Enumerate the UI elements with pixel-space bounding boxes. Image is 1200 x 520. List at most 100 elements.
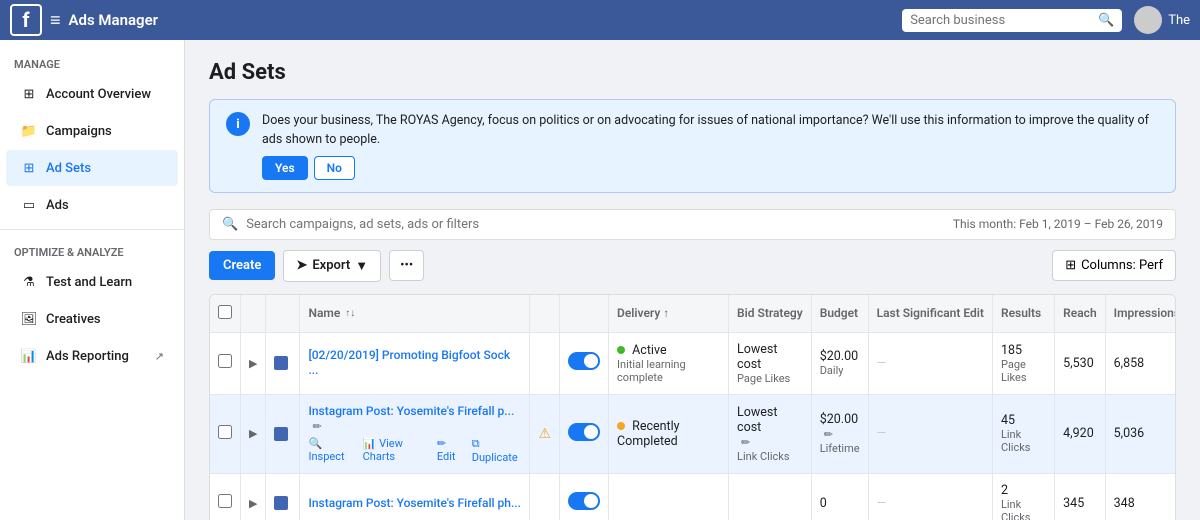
row-reach-cell: 345 bbox=[1055, 473, 1105, 520]
info-banner: i Does your business, The ROYAS Agency, … bbox=[209, 99, 1176, 193]
table-header: Name ↑↓ Delivery ↑ Bid Strategy Budget L… bbox=[210, 295, 1176, 333]
budget-value: $20.00 bbox=[820, 349, 860, 364]
bid-strategy: Lowest cost bbox=[737, 342, 803, 372]
th-reach[interactable]: Reach bbox=[1055, 295, 1105, 333]
row-expand-button[interactable]: ▶ bbox=[249, 357, 257, 370]
export-button[interactable]: ➤ Export ▼ bbox=[283, 250, 381, 282]
row-budget-cell: $20.00 Daily bbox=[811, 332, 868, 394]
th-bid[interactable]: Bid Strategy bbox=[729, 295, 812, 333]
results-sub: Link Clicks bbox=[1001, 498, 1046, 520]
delivery-label: Recently Completed bbox=[617, 419, 680, 449]
ads-reporting-icon: 📊 bbox=[20, 347, 38, 365]
th-bid-label: Bid Strategy bbox=[737, 306, 803, 320]
sidebar-item-ads-reporting[interactable]: 📊 Ads Reporting ↗ bbox=[6, 338, 178, 374]
view-charts-link[interactable]: 📊 View Charts bbox=[363, 437, 429, 464]
last-edit-value: — bbox=[877, 426, 887, 441]
th-impressions[interactable]: Impressions bbox=[1105, 295, 1176, 333]
edit-name-icon[interactable]: ✏ bbox=[312, 420, 321, 433]
sidebar-manage-section: Manage bbox=[0, 48, 184, 75]
edit-budget-icon[interactable]: ✏ bbox=[824, 428, 833, 441]
row-name-cell: Instagram Post: Yosemite's Firefall ph..… bbox=[300, 473, 530, 520]
edit-bid-icon[interactable]: ✏ bbox=[741, 436, 750, 449]
row-name-cell: [02/20/2019] Promoting Bigfoot Sock ... bbox=[300, 332, 530, 394]
row-warn-cell bbox=[530, 473, 560, 520]
row-toggle-cell bbox=[560, 473, 609, 520]
topbar-search-icon: 🔍 bbox=[1098, 13, 1114, 28]
row-results-cell: 45 Link Clicks bbox=[992, 394, 1054, 473]
ad-name[interactable]: Instagram Post: Yosemite's Firefall ph..… bbox=[308, 496, 521, 510]
th-results[interactable]: Results bbox=[992, 295, 1054, 333]
no-button[interactable]: No bbox=[314, 156, 355, 180]
sidebar-item-campaigns[interactable]: 📁 Campaigns bbox=[6, 113, 178, 149]
th-budget-label: Budget bbox=[820, 306, 858, 320]
row-bid-cell: Lowest cost Page Likes bbox=[729, 332, 812, 394]
row-impressions-cell: 5,036 bbox=[1105, 394, 1176, 473]
sidebar-item-test-and-learn[interactable]: ⚗ Test and Learn bbox=[6, 264, 178, 300]
row-expand-button[interactable]: ▶ bbox=[249, 427, 257, 440]
topbar-title: Ads Manager bbox=[69, 11, 159, 29]
columns-icon: ⊞ bbox=[1065, 258, 1076, 273]
row-reach-cell: 5,530 bbox=[1055, 332, 1105, 394]
ad-name[interactable]: Instagram Post: Yosemite's Firefall p... bbox=[308, 404, 514, 418]
sidebar-item-ads[interactable]: ▭ Ads bbox=[6, 187, 178, 223]
account-overview-icon: ⊞ bbox=[20, 85, 38, 103]
topbar-search-bar: 🔍 bbox=[902, 9, 1122, 32]
inspect-link[interactable]: 🔍 Inspect bbox=[308, 437, 354, 464]
columns-label: Columns: Perf bbox=[1081, 258, 1163, 273]
page-title: Ad Sets bbox=[209, 60, 1176, 85]
row-expand-cell: ▶ bbox=[241, 394, 266, 473]
row-expand-button[interactable]: ▶ bbox=[249, 497, 257, 510]
sidebar-item-ad-sets[interactable]: ⊞ Ad Sets bbox=[6, 150, 178, 186]
duplicate-link[interactable]: ⧉ Duplicate bbox=[472, 437, 522, 464]
row-results-cell: 2 Link Clicks bbox=[992, 473, 1054, 520]
th-delivery-label: Delivery ↑ bbox=[617, 306, 669, 320]
active-dot bbox=[617, 346, 625, 354]
more-options-button[interactable]: ••• bbox=[389, 250, 424, 281]
search-input[interactable] bbox=[246, 217, 945, 232]
user-label: The bbox=[1168, 13, 1190, 28]
banner-buttons: Yes No bbox=[262, 156, 1159, 180]
row-last-edit-cell: — bbox=[868, 332, 992, 394]
row-checkbox[interactable] bbox=[218, 494, 232, 508]
th-toggle bbox=[560, 295, 609, 333]
row-icon-cell bbox=[266, 394, 300, 473]
delivery-toggle[interactable] bbox=[568, 352, 600, 370]
th-last-edit[interactable]: Last Significant Edit bbox=[868, 295, 992, 333]
th-name[interactable]: Name ↑↓ bbox=[300, 295, 530, 333]
create-button[interactable]: Create bbox=[209, 251, 275, 280]
ads-icon: ▭ bbox=[20, 196, 38, 214]
sidebar-item-creatives[interactable]: 🖼 Creatives bbox=[6, 301, 178, 337]
edit-link[interactable]: ✏ Edit bbox=[437, 437, 464, 464]
hamburger-icon[interactable]: ≡ bbox=[50, 10, 61, 31]
campaigns-icon: 📁 bbox=[20, 122, 38, 140]
select-all-checkbox[interactable] bbox=[218, 305, 232, 319]
ad-name[interactable]: [02/20/2019] Promoting Bigfoot Sock ... bbox=[308, 348, 510, 377]
th-delivery[interactable]: Delivery ↑ bbox=[609, 295, 729, 333]
row-impressions-cell: 6,858 bbox=[1105, 332, 1176, 394]
delivery-status: Recently Completed bbox=[617, 419, 720, 449]
row-checkbox[interactable] bbox=[218, 425, 232, 439]
th-budget[interactable]: Budget bbox=[811, 295, 868, 333]
th-reach-label: Reach bbox=[1063, 306, 1096, 320]
results-value: 2 bbox=[1001, 483, 1046, 498]
row-delivery-cell: Recently Completed bbox=[609, 394, 729, 473]
row-warn-cell: ⚠ bbox=[530, 394, 560, 473]
table: Name ↑↓ Delivery ↑ Bid Strategy Budget L… bbox=[210, 295, 1176, 520]
delivery-toggle[interactable] bbox=[568, 423, 600, 441]
delivery-toggle[interactable] bbox=[568, 492, 600, 510]
topbar-search-input[interactable] bbox=[910, 13, 1098, 28]
layout: Manage ⊞ Account Overview 📁 Campaigns ⊞ … bbox=[0, 40, 1200, 520]
bid-sub: Page Likes bbox=[737, 372, 803, 385]
yes-button[interactable]: Yes bbox=[262, 156, 308, 180]
row-impressions-cell: 348 bbox=[1105, 473, 1176, 520]
th-name-sort: Name ↑↓ bbox=[308, 306, 521, 320]
sidebar-item-label: Ads Reporting bbox=[46, 349, 129, 364]
row-bid-cell: Lowest cost ✏ Link Clicks bbox=[729, 394, 812, 473]
row-checkbox[interactable] bbox=[218, 354, 232, 368]
fb-logo-icon: f bbox=[10, 4, 42, 36]
avatar bbox=[1134, 6, 1162, 34]
sidebar-item-account-overview[interactable]: ⊞ Account Overview bbox=[6, 76, 178, 112]
sidebar-item-label: Account Overview bbox=[46, 87, 151, 102]
columns-button[interactable]: ⊞ Columns: Perf bbox=[1052, 250, 1176, 281]
last-edit-value: — bbox=[877, 496, 887, 511]
